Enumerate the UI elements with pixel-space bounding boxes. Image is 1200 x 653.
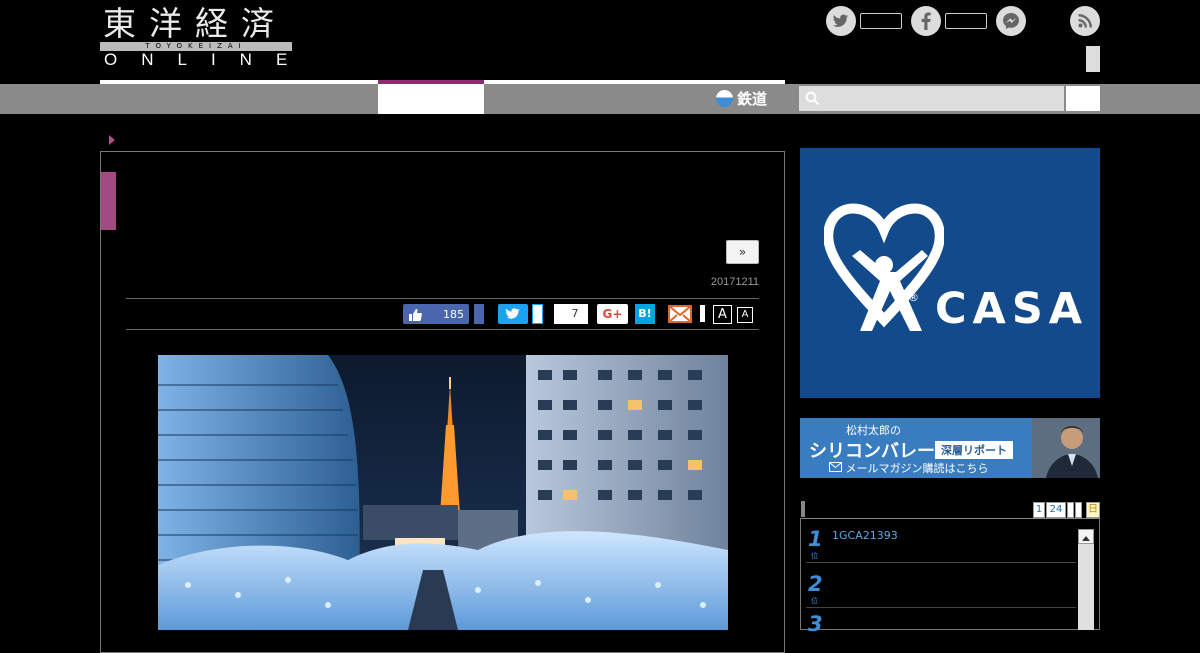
rank-unit: 位: [811, 597, 818, 605]
casa-logo-icon: [824, 203, 944, 331]
article-date: 20171211: [710, 276, 759, 288]
font-small-button[interactable]: A: [737, 307, 753, 323]
ranking-item-link[interactable]: 1GCA21393: [832, 529, 898, 542]
logo-online: ONLINE: [104, 50, 312, 69]
envelope-icon: [829, 462, 842, 472]
ranking-tab[interactable]: 1: [1033, 502, 1045, 518]
facebook-icon[interactable]: [911, 6, 941, 36]
banner-subtitle: 深層リポート: [935, 441, 1013, 459]
ranking-tab[interactable]: [1075, 502, 1082, 518]
nav-tab-active[interactable]: [378, 84, 484, 114]
twitter-bird-icon: [505, 308, 520, 319]
casa-brand-text: CASA: [935, 284, 1089, 334]
divider: [126, 329, 759, 330]
tweet-count: [532, 304, 543, 324]
ranking-tab[interactable]: 24: [1046, 502, 1066, 518]
author-photo: [1032, 418, 1100, 478]
google-plus-button[interactable]: G+: [597, 304, 628, 324]
facebook-like-button[interactable]: 185: [403, 304, 469, 324]
triangle-up-icon: [1082, 536, 1090, 541]
like-count: 185: [443, 307, 464, 321]
font-size-divider: [700, 305, 705, 322]
banner-author: 松村太郎の: [846, 424, 901, 437]
rank-number: 1: [808, 527, 823, 551]
ranking-tab[interactable]: [1067, 502, 1074, 518]
hatena-bookmark-button[interactable]: B!: [635, 304, 655, 324]
mail-icon[interactable]: [668, 305, 692, 323]
logo-kanji[interactable]: 東洋経済: [103, 4, 287, 44]
nav-item-rail-label: 鉄道: [737, 90, 768, 108]
divider: [126, 298, 759, 299]
search-button[interactable]: [1066, 86, 1100, 111]
casa-registered: ®: [908, 291, 919, 304]
breadcrumb-arrow-icon: [109, 135, 115, 145]
messenger-icon[interactable]: [996, 6, 1026, 36]
facebook-count: [945, 13, 987, 29]
facebook-share-button[interactable]: [474, 304, 484, 324]
scroll-up-button[interactable]: [1078, 529, 1094, 544]
twitter-icon[interactable]: [826, 6, 856, 36]
nav-item-rail[interactable]: 鉄道: [716, 88, 767, 109]
rank-unit: 位: [811, 552, 818, 560]
rss-icon[interactable]: [1070, 6, 1100, 36]
ranking-divider: [806, 607, 1076, 608]
rank-number: 3: [808, 612, 823, 636]
hatena-count: 7: [554, 304, 588, 324]
banner-cta: メールマガジン購読はこちら: [829, 460, 989, 476]
banner-cta-text: メールマガジン購読はこちら: [845, 462, 989, 475]
search-icon: [805, 91, 820, 106]
title-accent-bar: [101, 172, 116, 230]
twitter-count: [860, 13, 902, 29]
next-page-button[interactable]: »: [726, 240, 759, 264]
search-input[interactable]: [799, 86, 1064, 111]
article-photo: [158, 355, 728, 630]
side-menu-tab[interactable]: [1086, 46, 1100, 72]
casa-advertisement[interactable]: ®: [800, 148, 1100, 398]
tweet-button[interactable]: [498, 304, 528, 324]
ranking-header-marker: [801, 501, 805, 517]
ranking-tab[interactable]: 日: [1086, 502, 1100, 518]
ranking-divider: [806, 562, 1076, 563]
rank-number: 2: [808, 572, 823, 596]
train-icon: [716, 90, 733, 107]
font-large-button[interactable]: A: [713, 305, 732, 324]
thumbs-up-icon: [409, 308, 422, 321]
